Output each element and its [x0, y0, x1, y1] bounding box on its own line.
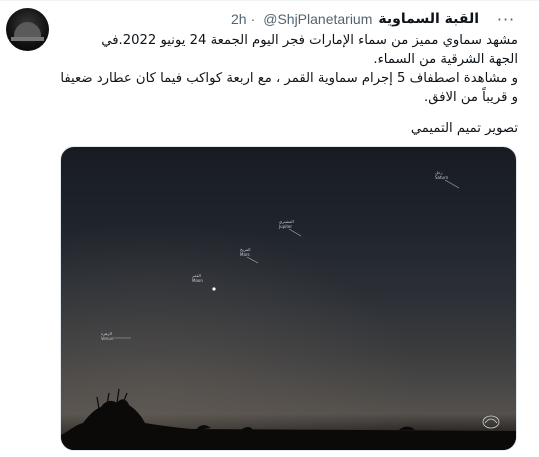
top-divider: [0, 0, 539, 1]
tweet-text: مشهد سماوي مميز من سماء الإمارات فجر الي…: [38, 31, 518, 107]
tweet-line: و مشاهدة اصطفاف 5 إجرام سماوية القمر ، م…: [60, 71, 518, 86]
jupiter-label-en: Jupiter: [278, 224, 292, 229]
tweet-line: مشهد سماوي مميز من سماء الإمارات فجر الي…: [101, 33, 518, 48]
user-handle[interactable]: @ShjPlanetarium: [263, 11, 372, 27]
venus-label-en: Venus: [101, 336, 113, 341]
tweet-line: و قريباً من الافق.: [424, 90, 518, 105]
night-sky-image: زحل Saturn المشتري Jupiter المريخ Mars ا…: [61, 147, 516, 450]
photo-credit: تصوير تميم التميمي: [410, 121, 518, 136]
mars-label-en: Mars: [240, 252, 250, 257]
header-separator: ·: [250, 11, 256, 27]
tweet-time[interactable]: 2h: [231, 11, 247, 27]
saturn-label-en: Saturn: [435, 175, 449, 180]
tweet-photo[interactable]: زحل Saturn المشتري Jupiter المريخ Mars ا…: [60, 146, 517, 451]
moon-label-en: Moon: [192, 278, 203, 283]
tweet-line: الجهة الشرقية من السماء.: [373, 52, 518, 67]
tweet-header: 2h · @ShjPlanetarium القبة السماوية: [231, 8, 479, 30]
display-name[interactable]: القبة السماوية: [378, 11, 479, 27]
more-options-button[interactable]: ···: [496, 9, 516, 29]
more-horizontal-icon: ···: [496, 9, 516, 29]
planetarium-dome-logo: [14, 22, 41, 38]
